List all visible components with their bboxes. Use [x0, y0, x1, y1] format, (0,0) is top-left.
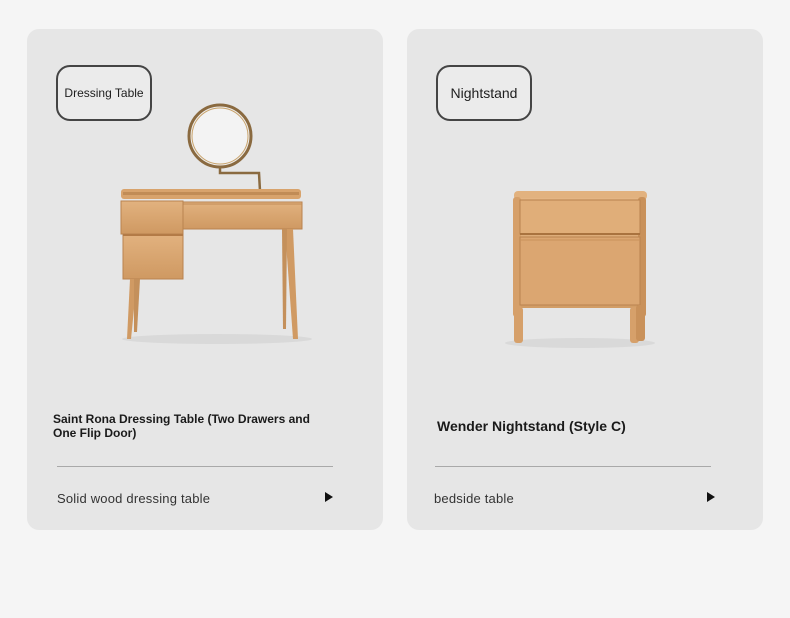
divider: [435, 466, 711, 467]
play-arrow-icon[interactable]: [325, 492, 333, 502]
product-card-dressing-table[interactable]: Dressing Table Saint Rona Dressing Table: [27, 29, 383, 530]
nightstand-image: [505, 191, 655, 348]
product-title[interactable]: Saint Rona Dressing Table (Two Drawers a…: [53, 412, 323, 440]
divider: [57, 466, 333, 467]
play-arrow-icon[interactable]: [707, 492, 715, 502]
product-title[interactable]: Wender Nightstand (Style C): [437, 418, 626, 435]
product-subtitle: Solid wood dressing table: [57, 491, 211, 506]
dressing-table-image: [120, 103, 312, 344]
product-subtitle: bedside table: [434, 491, 514, 506]
product-card-nightstand[interactable]: Nightstand Wender Nightstand (Style C) b…: [407, 29, 763, 530]
